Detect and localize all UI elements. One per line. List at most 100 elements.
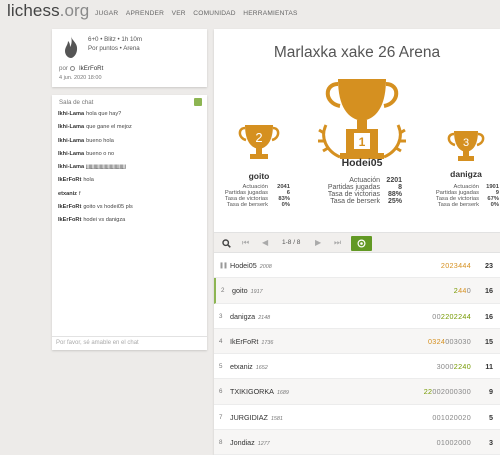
score-segment: 2240 bbox=[453, 362, 471, 372]
player-name-text: IkErFoRt bbox=[230, 336, 259, 346]
first-page-icon[interactable]: ⏮ bbox=[242, 238, 249, 248]
standings-row[interactable]: 2 goito 1917 2440 16 bbox=[214, 278, 500, 304]
second-rank-number: 2 bbox=[255, 130, 262, 145]
player-name[interactable]: Jondiaz 1277 bbox=[230, 438, 270, 447]
nav-tools[interactable]: HERRAMIENTAS bbox=[243, 10, 297, 17]
standings-row[interactable]: 6 TXIKIGORKA 1689 22002000300 9 bbox=[214, 379, 500, 405]
player-name[interactable]: JURGIDIAZ 1581 bbox=[230, 413, 283, 422]
tournament-title: Marlaxka xake 26 Arena bbox=[273, 44, 441, 61]
stat-value: 0% bbox=[281, 202, 290, 208]
chat-user[interactable]: Ikhi-Lama bbox=[58, 164, 84, 170]
chat-user[interactable]: Ikhi-Lama bbox=[58, 111, 84, 117]
score-segment: 0 bbox=[466, 286, 471, 296]
jump-to-me-button[interactable] bbox=[351, 236, 372, 251]
page-count: 1-8 / 8 bbox=[282, 239, 301, 246]
chat-user[interactable]: Ikhi-Lama bbox=[58, 151, 84, 157]
score-segment: 01002000 bbox=[436, 438, 471, 448]
chat-message: IkErFoRt goito vs hodei05 pls bbox=[58, 204, 203, 217]
player-rank: 3 bbox=[219, 312, 223, 320]
chat-message: etxaniz f bbox=[58, 191, 203, 204]
chat-message: Ikhi-Lama jjjjjjjjjjjjjjjjjjjjjjjjjjjjjjj… bbox=[58, 164, 203, 177]
player-name[interactable]: TXIKIGORKA 1689 bbox=[230, 387, 289, 396]
logo-tld: .org bbox=[59, 1, 90, 20]
player-rank: 4 bbox=[219, 337, 223, 345]
player-score: 15 bbox=[485, 336, 493, 346]
player-name[interactable]: Hodei05 2008 bbox=[230, 261, 272, 270]
chat-text: goito vs hodei05 pls bbox=[83, 204, 133, 211]
prev-page-icon[interactable]: ◀ bbox=[262, 238, 268, 247]
player-name[interactable]: IkErFoRt 1736 bbox=[230, 337, 273, 346]
main-nav: JUGAR APRENDER VER COMUNIDAD HERRAMIENTA… bbox=[95, 10, 305, 17]
nav-watch[interactable]: VER bbox=[172, 10, 186, 17]
chat-message: Ikhi-Lama hola que hay? bbox=[58, 111, 203, 124]
first-place-name[interactable]: Hodei05 bbox=[317, 157, 407, 169]
player-rating: 1277 bbox=[257, 441, 270, 448]
score-sheet: 01002000 bbox=[437, 438, 471, 447]
standings-row[interactable]: 5 etxaniz 1652 30002240 11 bbox=[214, 354, 500, 380]
tournament-main: Marlaxka xake 26 Arena 2 goito Actuación… bbox=[214, 29, 500, 455]
third-place-name[interactable]: danigza bbox=[440, 169, 492, 179]
standings-row[interactable]: 4 IkErFoRt 1736 0324003030 15 bbox=[214, 328, 500, 355]
chat-title: Sala de chat bbox=[59, 99, 94, 106]
chat-room: Sala de chat Ikhi-Lama hola que hay? Ikhi… bbox=[52, 95, 207, 350]
player-name-text: TXIKIGORKA bbox=[230, 387, 274, 397]
player-score: 23 bbox=[485, 261, 493, 270]
chat-message: Ikhi-Lama bueno o no bbox=[58, 151, 203, 164]
standings-row[interactable]: ❚❚ Hodei05 2008 2023444 23 bbox=[214, 253, 500, 279]
chat-user[interactable]: IkErFoRt bbox=[58, 217, 81, 223]
chat-toggle-checkbox[interactable] bbox=[194, 98, 202, 106]
search-icon[interactable] bbox=[222, 239, 231, 248]
next-page-icon[interactable]: ▶ bbox=[315, 238, 321, 247]
tournament-date: 4 jun. 2020 18:00 bbox=[59, 75, 102, 81]
second-place-name[interactable]: goito bbox=[229, 171, 289, 181]
nav-play[interactable]: JUGAR bbox=[95, 10, 118, 17]
player-score: 5 bbox=[489, 412, 493, 422]
nav-learn[interactable]: APRENDER bbox=[126, 10, 164, 17]
first-rank-number: 1 bbox=[359, 135, 366, 149]
player-score: 11 bbox=[485, 362, 493, 372]
chat-user[interactable]: Ikhi-Lama bbox=[58, 138, 84, 144]
chat-text: bueno o no bbox=[86, 150, 115, 157]
tournament-clock: 6+0 • Blitz • 1h 10m bbox=[88, 36, 143, 43]
player-rank: 7 bbox=[219, 413, 223, 421]
first-place-stats: Actuación 2201 Partidas jugadas 8 Tasa de … bbox=[324, 177, 402, 205]
creator-link[interactable]: IkErFoRt bbox=[79, 65, 103, 72]
player-name[interactable]: etxaniz 1652 bbox=[230, 362, 268, 371]
chat-message: IkErFoRt hola bbox=[58, 177, 203, 190]
standings-row[interactable]: 7 JURGIDIAZ 1581 001020020 5 bbox=[214, 405, 500, 431]
standings-row[interactable]: 3 danigza 2148 002202244 16 bbox=[214, 304, 500, 329]
player-name[interactable]: danigza 2148 bbox=[230, 312, 270, 321]
chat-message: Ikhi-Lama bueno hola bbox=[58, 138, 203, 151]
standings-pager: ⏮ ◀ 1-8 / 8 ▶ ⏭ bbox=[214, 232, 500, 253]
player-rating: 2008 bbox=[259, 264, 272, 270]
site-logo[interactable]: lichess.org bbox=[7, 1, 89, 21]
trophy-second-icon: 2 bbox=[238, 125, 280, 159]
chat-user[interactable]: IkErFoRt bbox=[58, 204, 81, 210]
player-name-text: Hodei05 bbox=[230, 261, 257, 270]
player-rating: 1689 bbox=[276, 390, 289, 397]
score-sheet: 001020020 bbox=[432, 413, 471, 422]
stat-value: 25% bbox=[387, 198, 402, 205]
nav-community[interactable]: COMUNIDAD bbox=[193, 10, 235, 17]
stat-label: Partidas jugadas bbox=[327, 184, 380, 191]
score-segment: 2023 bbox=[440, 261, 459, 270]
chat-user[interactable]: Ikhi-Lama bbox=[58, 124, 84, 130]
chat-input[interactable]: Por favor, sé amable en el chat bbox=[52, 336, 207, 350]
player-score: 9 bbox=[489, 387, 493, 397]
stat-label: Actuación bbox=[349, 177, 380, 184]
player-rating: 2148 bbox=[258, 314, 271, 321]
blitz-flame-icon bbox=[65, 36, 78, 58]
chat-user[interactable]: etxaniz bbox=[58, 191, 77, 197]
last-page-icon[interactable]: ⏭ bbox=[334, 238, 341, 248]
player-name-text: JURGIDIAZ bbox=[230, 412, 268, 422]
stat-value: 8 bbox=[398, 184, 402, 191]
score-sheet: 002202244 bbox=[432, 312, 471, 321]
player-name[interactable]: goito 1917 bbox=[232, 286, 263, 295]
stat-value: 88% bbox=[387, 191, 402, 198]
score-segment: 2202244 bbox=[440, 311, 471, 321]
score-segment: 444 bbox=[458, 261, 471, 270]
chat-user[interactable]: IkErFoRt bbox=[58, 177, 81, 183]
stat-label: Tasa de victorias bbox=[327, 191, 380, 198]
standings-row[interactable]: 8 Jondiaz 1277 01002000 3 bbox=[214, 430, 500, 455]
trophy-third-icon: 3 bbox=[447, 131, 485, 161]
